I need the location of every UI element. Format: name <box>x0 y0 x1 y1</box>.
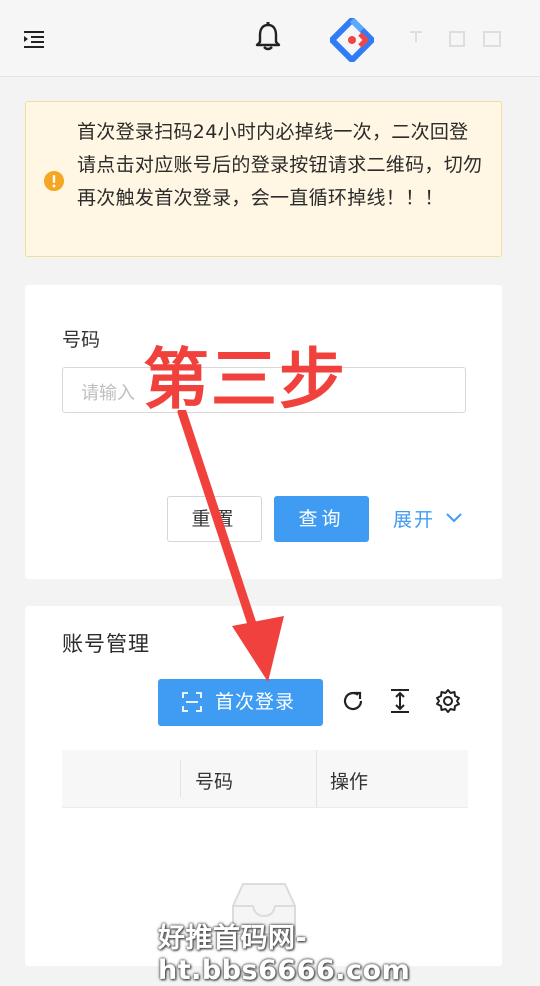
step-annotation: 第三步 <box>143 341 347 418</box>
top-bar <box>0 0 540 77</box>
faint-toolbar-icons <box>410 31 501 47</box>
scan-icon <box>182 692 202 712</box>
expand-toggle[interactable]: 展开 <box>393 505 462 532</box>
column-height-icon[interactable] <box>388 688 412 714</box>
menu-fold-icon[interactable] <box>22 28 46 50</box>
exclamation-circle-icon <box>44 171 64 191</box>
notice-text: 首次登录扫码24小时内必掉线一次，二次回登请点击对应账号后的登录按钮请求二维码，… <box>77 121 483 209</box>
watermark-text: 好推首码网-ht.bbs6666.com <box>158 923 411 986</box>
column-header-actions: 操作 <box>330 771 369 793</box>
bell-icon[interactable] <box>254 22 282 52</box>
app-logo-icon[interactable] <box>330 18 374 62</box>
reload-icon[interactable] <box>341 689 365 713</box>
notice-alert: 首次登录扫码24小时内必掉线一次，二次回登请点击对应账号后的登录按钮请求二维码，… <box>25 101 502 257</box>
column-header-phone: 号码 <box>195 771 234 793</box>
chevron-down-icon <box>446 513 462 523</box>
setting-icon[interactable] <box>435 688 461 714</box>
column-divider <box>316 750 317 807</box>
expand-label: 展开 <box>393 509 436 531</box>
phone-field-label: 号码 <box>62 329 101 351</box>
card-title: 账号管理 <box>62 632 150 656</box>
phone-input-placeholder: 请输入 <box>81 383 135 404</box>
column-divider <box>180 760 181 797</box>
red-arrow-annotation <box>177 410 284 682</box>
table-header: 号码 操作 <box>62 750 468 808</box>
